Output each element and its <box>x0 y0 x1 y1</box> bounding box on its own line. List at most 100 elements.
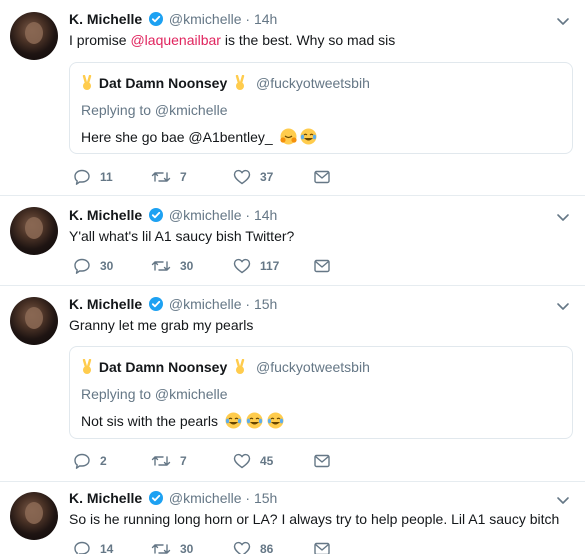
tweet-text: So is he running long horn or LA? I alwa… <box>69 511 560 527</box>
direct-message-button[interactable] <box>313 540 331 554</box>
tweet-text-part: I promise <box>69 32 131 48</box>
tweet[interactable]: K. Michelle @kmichelle · 14h I promise @… <box>0 0 585 196</box>
retweet-icon <box>151 544 171 554</box>
reply-button[interactable]: 2 <box>73 452 107 470</box>
replying-to: Replying to @kmichelle <box>81 102 228 118</box>
like-button[interactable]: 86 <box>233 540 273 554</box>
like-count: 37 <box>260 170 274 184</box>
retweet-icon <box>151 172 171 182</box>
tweet-header: K. Michelle @kmichelle · 14h <box>69 11 277 31</box>
tweet-text: Y'all what's lil A1 saucy bish Twitter? <box>69 228 295 244</box>
timeline-feed: K. Michelle @kmichelle · 14h I promise @… <box>0 0 585 554</box>
like-button[interactable]: 117 <box>233 257 279 275</box>
avatar[interactable] <box>10 492 58 540</box>
verified-badge-icon <box>149 297 164 311</box>
like-button[interactable]: 45 <box>233 452 273 470</box>
quoted-username[interactable]: @fuckyotweetsbih <box>256 75 370 91</box>
victory-hand-emoji <box>82 359 92 374</box>
display-name[interactable]: K. Michelle <box>69 296 142 312</box>
quoted-display-name[interactable]: Dat Damn Noonsey <box>99 359 227 375</box>
tweet[interactable]: K. Michelle @kmichelle · 14h Y'all what'… <box>0 196 585 286</box>
separator-dot: · <box>245 207 251 223</box>
tweet[interactable]: K. Michelle @kmichelle · 15h So is he ru… <box>0 482 585 554</box>
tweet-header: K. Michelle @kmichelle · 15h <box>69 296 277 316</box>
username[interactable]: @kmichelle <box>169 11 242 27</box>
mention-link[interactable]: @laquenailbar <box>130 32 221 48</box>
quoted-display-name[interactable]: Dat Damn Noonsey <box>99 75 227 91</box>
tears-of-joy-emoji <box>225 412 242 429</box>
quoted-tweet-header: Dat Damn Noonsey @fuckyotweetsbih <box>81 75 370 91</box>
victory-hand-emoji <box>235 359 245 374</box>
like-button[interactable]: 37 <box>233 168 273 186</box>
separator-dot: · <box>245 296 251 312</box>
chevron-down-icon[interactable] <box>555 209 571 225</box>
quoted-text: Not sis with the pearls <box>81 413 218 429</box>
timestamp[interactable]: 14h <box>254 207 277 223</box>
reply-button[interactable]: 11 <box>73 168 113 186</box>
retweet-count: 7 <box>180 454 187 468</box>
retweet-icon <box>151 456 171 466</box>
quoted-username[interactable]: @fuckyotweetsbih <box>256 359 370 375</box>
retweet-icon <box>151 261 171 271</box>
like-heart-icon <box>233 453 251 469</box>
tweet-actions: 11 7 37 <box>69 168 369 188</box>
chevron-down-icon[interactable] <box>555 13 571 29</box>
reply-count: 2 <box>100 454 107 468</box>
tweet-actions: 30 30 117 <box>69 257 369 277</box>
reply-count: 11 <box>100 170 113 184</box>
tears-of-joy-emoji <box>267 412 284 429</box>
direct-message-icon <box>314 542 330 554</box>
display-name[interactable]: K. Michelle <box>69 490 142 506</box>
direct-message-icon <box>314 170 330 184</box>
separator-dot: · <box>245 490 251 506</box>
display-name[interactable]: K. Michelle <box>69 207 142 223</box>
username[interactable]: @kmichelle <box>169 207 242 223</box>
reply-button[interactable]: 14 <box>73 540 113 554</box>
reply-icon <box>74 169 90 185</box>
username[interactable]: @kmichelle <box>169 490 242 506</box>
verified-badge-icon <box>149 491 164 505</box>
retweet-button[interactable]: 7 <box>151 168 187 186</box>
avatar[interactable] <box>10 12 58 60</box>
quoted-tweet[interactable]: Dat Damn Noonsey @fuckyotweetsbih Replyi… <box>69 62 573 154</box>
verified-badge-icon <box>149 12 164 26</box>
quoted-tweet-text: Here she go bae @A1bentley_ <box>81 128 317 145</box>
timestamp[interactable]: 14h <box>254 11 277 27</box>
replying-to: Replying to @kmichelle <box>81 386 228 402</box>
display-name[interactable]: K. Michelle <box>69 11 142 27</box>
username[interactable]: @kmichelle <box>169 296 242 312</box>
direct-message-icon <box>314 454 330 468</box>
like-count: 45 <box>260 454 274 468</box>
like-count: 86 <box>260 542 274 554</box>
timestamp[interactable]: 15h <box>254 296 277 312</box>
retweet-button[interactable]: 30 <box>151 540 193 554</box>
tweet-actions: 2 7 45 <box>69 452 369 472</box>
direct-message-button[interactable] <box>313 257 331 275</box>
tears-of-joy-emoji <box>300 128 317 145</box>
timestamp[interactable]: 15h <box>254 490 277 506</box>
reply-icon <box>74 258 90 274</box>
retweet-count: 7 <box>180 170 187 184</box>
direct-message-button[interactable] <box>313 452 331 470</box>
hugging-face-emoji <box>279 128 297 145</box>
tweet-header: K. Michelle @kmichelle · 14h <box>69 207 277 227</box>
reply-icon <box>74 541 90 554</box>
retweet-button[interactable]: 30 <box>151 257 193 275</box>
chevron-down-icon[interactable] <box>555 298 571 314</box>
avatar[interactable] <box>10 207 58 255</box>
chevron-down-icon[interactable] <box>555 492 571 508</box>
verified-badge-icon <box>149 208 164 222</box>
separator-dot: · <box>245 11 251 27</box>
victory-hand-emoji <box>82 75 92 90</box>
direct-message-button[interactable] <box>313 168 331 186</box>
direct-message-icon <box>314 259 330 273</box>
retweet-button[interactable]: 7 <box>151 452 187 470</box>
like-heart-icon <box>233 541 251 554</box>
like-heart-icon <box>233 258 251 274</box>
tweet[interactable]: K. Michelle @kmichelle · 15h Granny let … <box>0 286 585 482</box>
avatar[interactable] <box>10 297 58 345</box>
reply-icon <box>74 453 90 469</box>
reply-button[interactable]: 30 <box>73 257 113 275</box>
quoted-tweet[interactable]: Dat Damn Noonsey @fuckyotweetsbih Replyi… <box>69 346 573 439</box>
quoted-text: Here she go bae @A1bentley_ <box>81 129 273 145</box>
